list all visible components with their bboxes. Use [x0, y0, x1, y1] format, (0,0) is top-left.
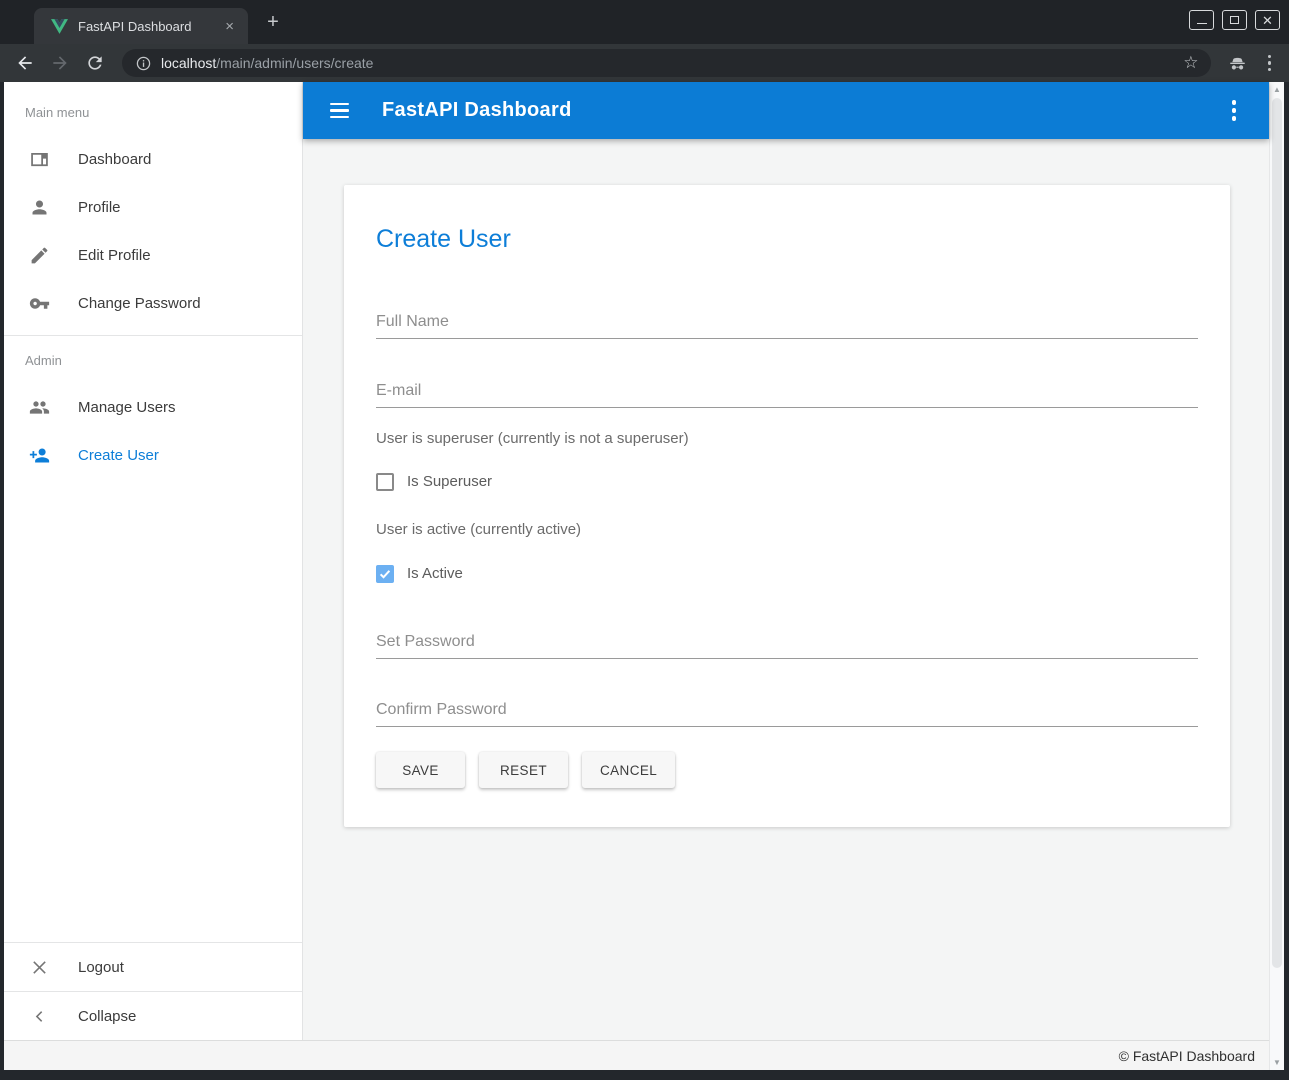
scrollbar-thumb[interactable] [1272, 98, 1282, 968]
browser-tab[interactable]: FastAPI Dashboard × [34, 8, 248, 44]
tab-title: FastAPI Dashboard [78, 19, 221, 34]
sidebar-item-label: Logout [78, 959, 124, 976]
sidebar-item-dashboard[interactable]: Dashboard [4, 135, 302, 183]
scrollbar-down-icon[interactable]: ▼ [1270, 1058, 1284, 1067]
tab-close-icon[interactable]: × [221, 18, 238, 35]
full-name-field[interactable]: Full Name [376, 312, 1198, 339]
maximize-icon [1230, 16, 1239, 24]
confirm-password-label: Confirm Password [376, 700, 1198, 719]
chevron-left-icon [29, 1006, 50, 1027]
close-icon: ✕ [1262, 14, 1273, 27]
checkbox-unchecked-icon[interactable] [376, 473, 394, 491]
sidebar-item-label: Profile [78, 199, 121, 216]
browser-toolbar: localhost/main/admin/users/create ☆ [0, 44, 1289, 82]
sidebar-section-admin: Admin [4, 336, 302, 383]
window-controls: ✕ [1189, 10, 1280, 30]
sidebar: Main menu Dashboard Profile Edit Profile [4, 82, 303, 1040]
new-tab-button[interactable]: + [260, 10, 286, 36]
browser-menu-icon[interactable] [1264, 53, 1276, 74]
browser-titlebar: FastAPI Dashboard × + ✕ [0, 0, 1289, 44]
checkbox-checked-icon[interactable] [376, 565, 394, 583]
cancel-button[interactable]: CANCEL [582, 752, 675, 788]
is-active-label: Is Active [407, 565, 463, 582]
sidebar-item-manage-users[interactable]: Manage Users [4, 383, 302, 431]
form-buttons: SAVE RESET CANCEL [376, 752, 1198, 788]
hamburger-menu-icon[interactable] [328, 99, 351, 122]
toolbar-right [1227, 53, 1276, 74]
set-password-label: Set Password [376, 632, 1198, 651]
active-hint: User is active (currently active) [376, 521, 1198, 539]
copyright-text: © FastAPI Dashboard [1119, 1048, 1255, 1064]
person-icon [29, 197, 50, 218]
confirm-password-field[interactable]: Confirm Password [376, 700, 1198, 727]
sidebar-section-main-menu: Main menu [4, 82, 302, 135]
url-path: /main/admin/users/create [216, 55, 373, 71]
close-button[interactable]: ✕ [1255, 10, 1280, 30]
vue-favicon-icon [51, 19, 68, 34]
sidebar-item-label: Edit Profile [78, 247, 151, 264]
reload-icon[interactable] [85, 53, 105, 73]
sidebar-item-create-user[interactable]: Create User [4, 431, 302, 479]
sidebar-bottom: Logout Collapse [4, 942, 302, 1040]
superuser-hint: User is superuser (currently is not a su… [376, 430, 1198, 448]
bookmark-star-icon[interactable]: ☆ [1181, 53, 1200, 73]
key-icon [29, 293, 50, 314]
page-title: Create User [376, 185, 1198, 253]
sidebar-item-collapse[interactable]: Collapse [4, 992, 302, 1040]
browser-window: FastAPI Dashboard × + ✕ localhost/main/a… [0, 0, 1289, 1080]
back-icon[interactable] [15, 53, 35, 73]
person-add-icon [29, 445, 50, 466]
appbar: FastAPI Dashboard [303, 82, 1269, 139]
dashboard-icon [29, 149, 50, 170]
page-info-icon[interactable] [135, 55, 152, 72]
scrollbar-up-icon[interactable]: ▲ [1270, 85, 1284, 94]
appbar-menu-icon[interactable] [1227, 97, 1242, 124]
address-bar[interactable]: localhost/main/admin/users/create ☆ [122, 49, 1211, 77]
sidebar-item-profile[interactable]: Profile [4, 183, 302, 231]
forward-icon[interactable] [50, 53, 70, 73]
create-user-card: Create User Full Name E-mail User is sup… [344, 185, 1230, 827]
sidebar-item-logout[interactable]: Logout [4, 943, 302, 991]
minimize-icon [1197, 23, 1207, 24]
is-active-checkbox-row[interactable]: Is Active [376, 564, 1198, 583]
sidebar-item-label: Collapse [78, 1008, 136, 1025]
page-footer: © FastAPI Dashboard [4, 1040, 1269, 1070]
appbar-title: FastAPI Dashboard [382, 99, 572, 122]
checkmark-icon [378, 567, 392, 581]
reset-button[interactable]: RESET [479, 752, 568, 788]
logout-x-icon [29, 957, 50, 978]
url-text[interactable]: localhost/main/admin/users/create [161, 55, 1181, 71]
sidebar-item-label: Create User [78, 447, 159, 464]
sidebar-item-label: Change Password [78, 295, 201, 312]
sidebar-item-label: Manage Users [78, 399, 176, 416]
sidebar-item-edit-profile[interactable]: Edit Profile [4, 231, 302, 279]
page-viewport: Main menu Dashboard Profile Edit Profile [4, 82, 1284, 1070]
email-label: E-mail [376, 381, 1198, 400]
people-icon [29, 397, 50, 418]
is-superuser-checkbox-row[interactable]: Is Superuser [376, 472, 1198, 491]
url-host: localhost [161, 55, 216, 71]
maximize-button[interactable] [1222, 10, 1247, 30]
minimize-button[interactable] [1189, 10, 1214, 30]
save-button[interactable]: SAVE [376, 752, 465, 788]
page-scrollbar[interactable]: ▲ ▼ [1269, 82, 1284, 1070]
set-password-field[interactable]: Set Password [376, 632, 1198, 659]
email-field[interactable]: E-mail [376, 381, 1198, 408]
main-content: Create User Full Name E-mail User is sup… [303, 139, 1269, 1040]
sidebar-item-change-password[interactable]: Change Password [4, 279, 302, 327]
is-superuser-label: Is Superuser [407, 473, 492, 490]
sidebar-item-label: Dashboard [78, 151, 151, 168]
full-name-label: Full Name [376, 312, 1198, 331]
pencil-icon [29, 245, 50, 266]
incognito-icon [1227, 53, 1248, 74]
